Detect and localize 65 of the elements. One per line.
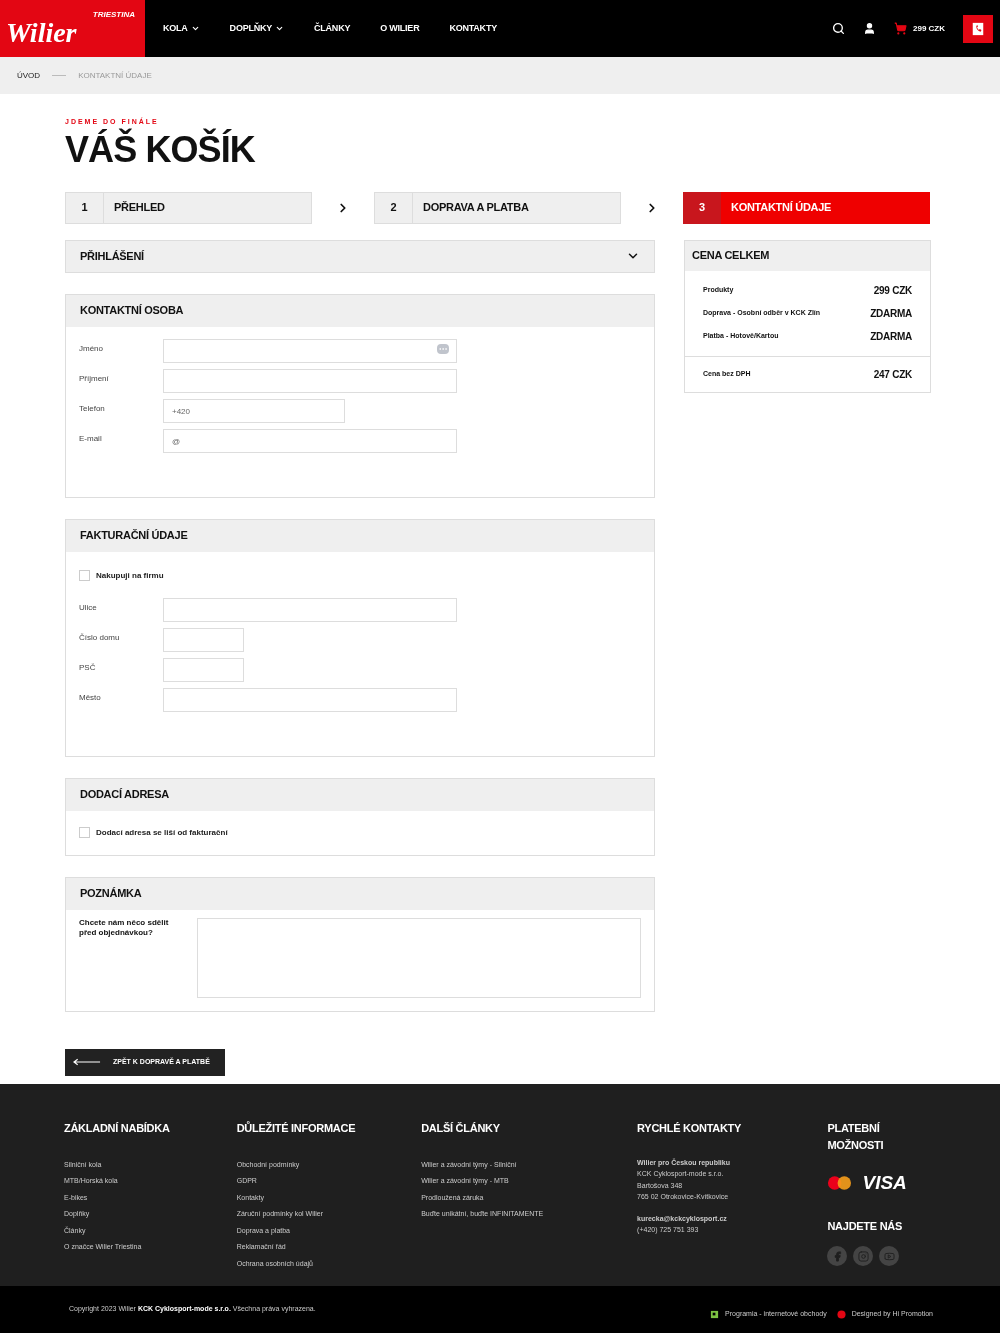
visa-logo: VISA [862,1171,907,1195]
checkout-step[interactable]: 3 KONTAKTNÍ ÚDAJE [683,191,930,224]
nav-link[interactable]: ČLÁNKY [314,21,351,36]
field-label: Jméno [79,342,104,355]
footer-heading: NAJDETE NÁS [827,1218,904,1234]
field-label: Číslo domu [79,631,121,644]
nav-link[interactable]: DOPLŇKY [229,21,285,36]
instagram-icon[interactable] [853,1246,874,1266]
mastercard-icon [827,1175,853,1192]
panel-title: POZNÁMKA [80,886,142,902]
input-field[interactable] [163,658,244,682]
panel-title: DODACÍ ADRESA [80,787,169,803]
note-textarea[interactable] [197,917,641,998]
hi-promotion-logo-icon [836,1310,846,1319]
summary-title: CENA CELKEM [692,248,770,264]
user-icon[interactable] [863,22,876,35]
field-label: Ulice [79,601,98,614]
autofill-icon[interactable] [437,343,449,354]
input-field[interactable] [163,628,244,652]
programia-logo-icon [710,1310,720,1319]
input-field[interactable] [163,339,457,363]
field-label: Telefon [79,402,106,415]
field-label: Příjmení [79,372,110,385]
checkbox[interactable] [79,827,90,838]
input-field[interactable]: @ [163,429,457,453]
logo[interactable]: TRIESTINA Wilier [0,0,145,57]
nav-link[interactable]: KONTAKTY [449,21,497,36]
input-field[interactable] [163,598,457,622]
panel-title: FAKTURAČNÍ ÚDAJE [80,528,188,544]
footer-heading: DŮLEŽITÉ INFORMACE [236,1120,357,1136]
breadcrumb-link[interactable]: ÚVOD [17,69,41,82]
summary-value: 299 CZK [873,283,912,298]
youtube-icon[interactable] [879,1246,900,1266]
checkbox[interactable] [79,570,90,581]
checkbox-label: Nakupuji na firmu [96,569,164,582]
panel-title: KONTAKTNÍ OSOBA [80,303,184,319]
summary-value: ZDARMA [870,306,912,321]
summary-value: ZDARMA [870,329,912,344]
cart-total[interactable]: 299 CZK [913,22,945,35]
checkout-step[interactable]: 1 PŘEHLED [65,191,312,224]
nav-link[interactable]: O WILIER [380,21,420,36]
input-field[interactable] [163,688,457,712]
chevron-down-icon [275,24,285,33]
contact-button[interactable] [963,14,993,43]
footer-heading: PLATEBNÍ MOŽNOSTI [827,1121,885,1153]
phone-book-icon [971,21,985,36]
login-accordion[interactable]: PŘIHLÁŠENÍ [65,239,655,273]
arrow-left-icon [73,1058,101,1066]
nav-link[interactable]: KOLA [163,21,200,36]
field-label: Město [79,691,102,704]
input-field[interactable]: +420 [163,399,345,423]
footer-heading: DALŠÍ ČLÁNKY [421,1121,501,1136]
checkout-step[interactable]: 2 DOPRAVA A PLATBA [374,191,621,224]
footer-heading: ZÁKLADNÍ NABÍDKA [64,1121,171,1136]
footer-heading: RYCHLÉ KONTAKTY [637,1121,743,1136]
checkbox-label: Dodací adresa se liší od fakturační [96,826,228,839]
facebook-icon[interactable] [827,1246,848,1266]
note-label: Chcete nám něco sdělit před objednávkou? [79,917,170,939]
search-icon[interactable] [832,22,845,35]
cart-icon[interactable] [894,22,907,35]
field-label: E-mail [79,432,103,445]
input-field[interactable] [163,369,457,393]
summary-value: 247 CZK [873,367,912,382]
field-label: PSČ [79,661,97,674]
chevron-down-icon [190,24,200,33]
